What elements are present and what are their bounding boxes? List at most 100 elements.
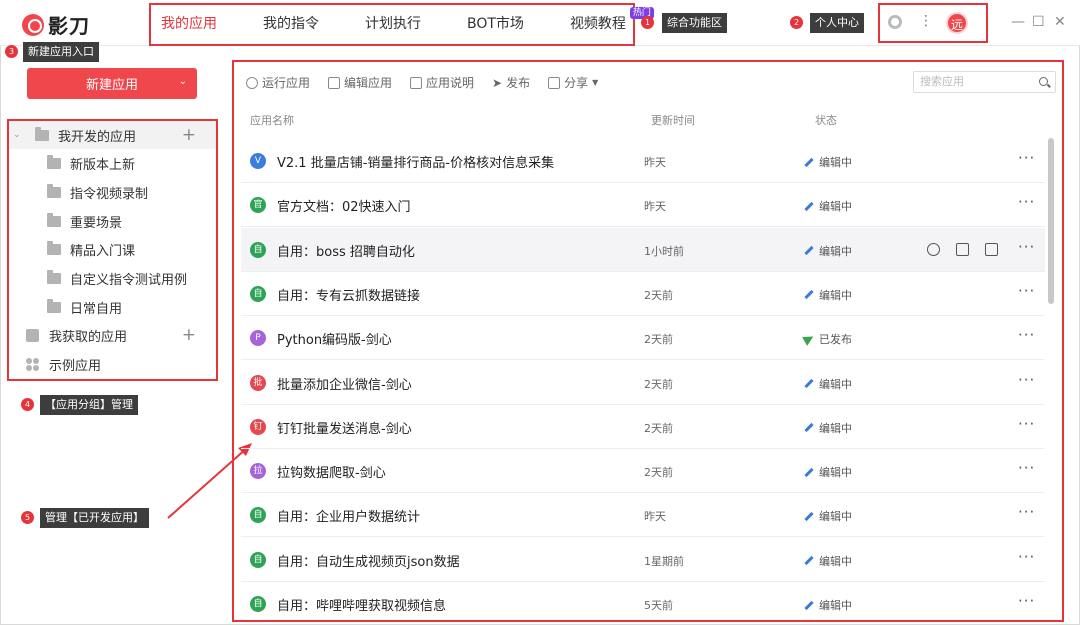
send-icon: ➤ [492, 75, 503, 90]
more-horizontal-icon[interactable]: ··· [1018, 371, 1035, 389]
app-updated-time: 2天前 [644, 377, 673, 391]
app-status-label: 编辑中 [819, 244, 852, 258]
pencil-icon [804, 511, 814, 521]
pencil-icon [804, 600, 814, 610]
app-status-label: 编辑中 [819, 377, 852, 391]
table-row[interactable]: 自自用：专有云抓数据链接 2天前 编辑中 ··· [241, 272, 1045, 316]
app-updated-time: 1星期前 [644, 554, 684, 568]
document-icon [410, 76, 423, 89]
share-button[interactable]: 分享 ▼ [548, 74, 598, 91]
publish-label: 发布 [506, 76, 531, 90]
app-badge: 自 [250, 507, 266, 524]
app-status: 编辑中 [804, 553, 852, 569]
app-updated-time: 2天前 [644, 333, 673, 347]
app-status-label: 编辑中 [819, 466, 852, 480]
app-status-label: 编辑中 [819, 510, 852, 524]
table-row[interactable]: 自自用：企业用户数据统计 昨天 编辑中 ··· [241, 493, 1045, 538]
table-row[interactable]: V V2.1 批量店铺-销量排行商品-价格核对信息采集 昨天 编辑中 ··· [241, 139, 1045, 183]
pencil-icon [804, 423, 814, 433]
pencil-icon [804, 201, 814, 211]
table-row[interactable]: 自自用：自动生成视频页json数据 1星期前 编辑中 ··· [241, 538, 1045, 582]
more-horizontal-icon[interactable]: ··· [1018, 238, 1035, 256]
column-header-time[interactable]: 更新时间 [651, 112, 695, 128]
app-badge: 自 [250, 285, 266, 302]
publish-button[interactable]: ➤ 发布 [492, 74, 530, 91]
scrollbar[interactable] [1048, 138, 1054, 304]
app-status-label: 已发布 [819, 333, 852, 347]
pencil-icon [804, 556, 814, 566]
app-updated-time: 昨天 [644, 510, 666, 524]
app-updated-time: 2天前 [644, 288, 673, 302]
pencil-icon [804, 290, 814, 300]
app-updated-time: 1小时前 [644, 244, 684, 258]
more-horizontal-icon[interactable]: ··· [1018, 548, 1035, 566]
app-name: V2.1 批量店铺-销量排行商品-价格核对信息采集 [277, 156, 555, 171]
app-badge: 钉 [250, 418, 266, 435]
app-doc-label: 应用说明 [426, 76, 475, 90]
pencil-icon [804, 157, 814, 167]
edit-icon[interactable] [956, 242, 969, 256]
app-name: 自用：自动生成视频页json数据 [277, 554, 460, 570]
app-badge: 批 [250, 374, 266, 391]
share-label: 分享 [564, 76, 589, 90]
app-updated-time: 昨天 [644, 156, 666, 169]
search-icon[interactable] [1039, 77, 1048, 86]
edit-app-label: 编辑应用 [344, 76, 393, 90]
app-status-label: 编辑中 [819, 200, 852, 214]
run-app-button[interactable]: 运行应用 [246, 74, 310, 91]
app-name: 批量添加企业微信-剑心 [277, 377, 412, 393]
play-icon [246, 76, 258, 89]
published-icon [802, 332, 816, 347]
more-horizontal-icon[interactable]: ··· [1018, 592, 1035, 610]
caret-down-icon: ▼ [592, 78, 599, 87]
app-name: 钉钉批量发送消息-剑心 [277, 421, 412, 437]
app-status: 编辑中 [804, 376, 852, 392]
app-status: 编辑中 [804, 597, 852, 613]
table-row[interactable]: 批批量添加企业微信-剑心 2天前 编辑中 ··· [241, 361, 1045, 405]
app-name: 拉钩数据爬取-剑心 [277, 466, 386, 482]
app-badge: P [250, 330, 266, 347]
more-horizontal-icon[interactable]: ··· [1018, 326, 1035, 344]
search-placeholder: 搜索应用 [920, 75, 964, 88]
table-row[interactable]: 自自用：哔哩哔哩获取视频信息 5天前 编辑中 ··· [241, 582, 1045, 625]
app-name: 自用：专有云抓数据链接 [277, 288, 421, 304]
column-header-status: 状态 [815, 114, 837, 127]
app-badge: 自 [250, 551, 266, 568]
run-app-label: 运行应用 [262, 76, 311, 90]
app-status: 编辑中 [804, 420, 852, 436]
table-row[interactable]: 自自用：boss 招聘自动化 1小时前 编辑中 ··· [241, 227, 1045, 272]
app-status: 编辑中 [804, 243, 852, 259]
table-row[interactable]: P Python编码版-剑心 2天前 已发布 ··· [241, 316, 1045, 361]
app-updated-time: 5天前 [644, 599, 673, 612]
app-badge: 自 [250, 241, 266, 258]
app-badge: 自 [250, 596, 266, 612]
app-toolbar: 运行应用 编辑应用 应用说明 ➤ 发布 分享 ▼ [246, 74, 598, 91]
app-name: 官方文档：02快速入门 [277, 200, 411, 216]
more-horizontal-icon[interactable]: ··· [1018, 282, 1035, 300]
app-badge: 拉 [250, 463, 266, 480]
table-row[interactable]: 官官方文档：02快速入门 昨天 编辑中 ··· [241, 183, 1045, 228]
app-badge: V [250, 153, 266, 169]
edit-app-button[interactable]: 编辑应用 [328, 74, 392, 91]
play-icon[interactable] [927, 242, 940, 256]
more-horizontal-icon[interactable]: ··· [1018, 149, 1035, 167]
more-horizontal-icon[interactable]: ··· [1018, 193, 1035, 211]
table-row[interactable]: 拉拉钩数据爬取-剑心 2天前 编辑中 ··· [241, 449, 1045, 494]
search-input[interactable]: 搜索应用 [913, 71, 1056, 93]
app-status: 编辑中 [804, 198, 852, 214]
document-icon[interactable] [985, 242, 998, 256]
app-status: 编辑中 [804, 464, 852, 480]
app-status: 已发布 [802, 331, 852, 347]
pencil-icon [804, 467, 814, 477]
app-status-label: 编辑中 [819, 156, 852, 169]
app-name: 自用：哔哩哔哩获取视频信息 [277, 599, 447, 614]
app-name: Python编码版-剑心 [277, 333, 392, 349]
table-row[interactable]: 钉钉钉批量发送消息-剑心 2天前 编辑中 ··· [241, 405, 1045, 449]
more-horizontal-icon[interactable]: ··· [1018, 415, 1035, 433]
more-horizontal-icon[interactable]: ··· [1018, 459, 1035, 477]
app-doc-button[interactable]: 应用说明 [410, 74, 474, 91]
more-horizontal-icon[interactable]: ··· [1018, 503, 1035, 521]
edit-icon [328, 76, 341, 89]
pencil-icon [804, 378, 814, 389]
app-name: 自用：boss 招聘自动化 [277, 244, 415, 260]
